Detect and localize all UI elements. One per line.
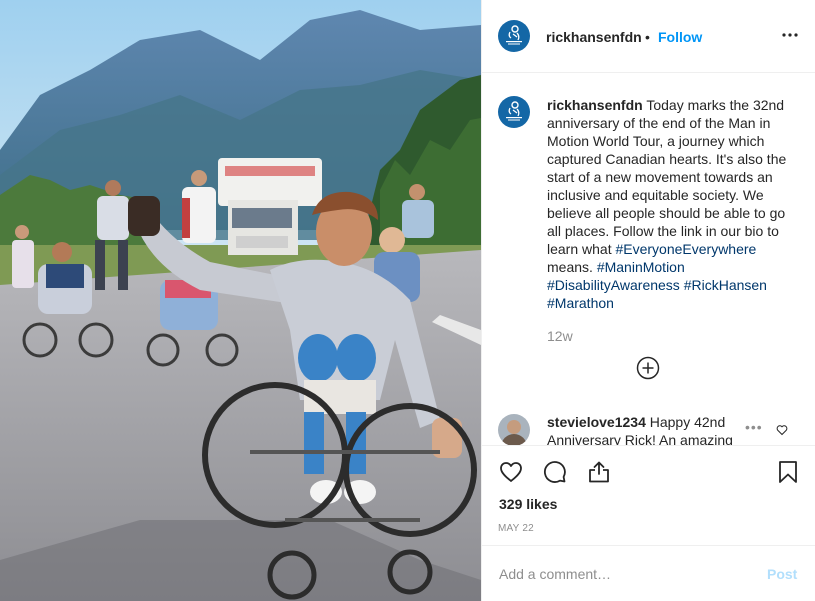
hashtag-link[interactable]: #DisabilityAwareness [547,277,680,293]
comment-row: stevielove1234 Happy 42nd Anniversary Ri… [482,409,815,445]
caption-text: Today marks the 32nd anniversary of the … [547,97,787,257]
share-icon[interactable] [587,460,611,484]
heart-icon[interactable] [776,424,788,436]
caption-text-tail: means. [547,259,593,275]
post-caption: rickhansenfdn Today marks the 32nd anniv… [547,96,797,312]
comment-input[interactable] [499,564,739,584]
bookmark-icon[interactable] [776,460,800,484]
hashtag-link[interactable]: #Marathon [547,295,614,311]
post-photo[interactable] [0,0,481,601]
hashtag-link[interactable]: #ManinMotion [597,259,685,275]
author-username[interactable]: rickhansenfdn [546,29,642,45]
hashtag-link[interactable]: #EveryoneEverywhere [615,241,756,257]
foundation-logo-icon [501,98,527,126]
comment-text: stevielove1234 Happy 42nd Anniversary Ri… [547,413,743,445]
caption-username[interactable]: rickhansenfdn [547,97,643,113]
plus-circle-icon[interactable] [636,356,660,380]
three-dots-icon[interactable] [782,27,798,43]
post-age: 12w [547,328,573,344]
separator-dot: • [645,29,650,45]
post-header: rickhansenfdn • Follow [482,0,815,73]
author-avatar[interactable] [498,20,530,52]
post-comment-button[interactable]: Post [767,566,797,582]
photo-wheelchair-tour [0,0,481,601]
post-date: MAY 22 [498,523,534,534]
follow-button[interactable]: Follow [658,29,702,45]
commenter-avatar[interactable] [498,414,530,445]
post-side-panel: rickhansenfdn • Follow rickhansenfdn Tod… [481,0,815,601]
comment-more-button[interactable]: ••• [745,419,763,435]
likes-count[interactable]: 329 likes [499,496,557,512]
commenter-username[interactable]: stevielove1234 [547,414,646,430]
comments-area[interactable]: rickhansenfdn Today marks the 32nd anniv… [482,73,815,445]
heart-icon[interactable] [499,460,523,484]
hashtag-link[interactable]: #RickHansen [684,277,767,293]
post-actions: 329 likes MAY 22 [482,445,815,545]
comment-icon[interactable] [543,460,567,484]
comment-composer: Post [482,545,815,601]
foundation-logo-icon [501,22,527,50]
caption-author-avatar[interactable] [498,96,530,128]
